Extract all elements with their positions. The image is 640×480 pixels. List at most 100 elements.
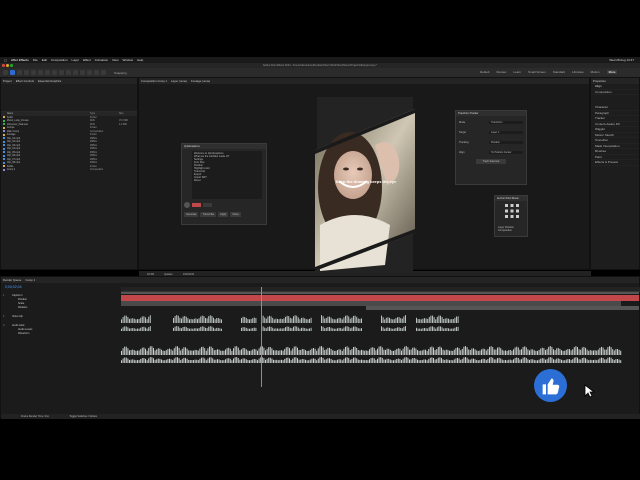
project-item[interactable]: Comp 1 Composition (1, 168, 137, 172)
menu-file[interactable]: File (33, 58, 38, 62)
eraser-tool-icon[interactable] (87, 70, 92, 75)
layer-name: Audio track (12, 323, 25, 327)
clone-tool-icon[interactable] (80, 70, 85, 75)
menu-app-name[interactable]: After Effects (11, 58, 29, 62)
rectangle-tool-icon[interactable] (52, 70, 57, 75)
project-panel: Project Effect Controls Essential Graphi… (0, 77, 138, 270)
properties-panel: Properties Align Composition Character Pa… (590, 77, 640, 270)
tracker-row: Target Layer 1 (456, 129, 526, 136)
tab-comp-1[interactable]: Comp 1 (25, 278, 35, 282)
menu-layer[interactable]: Layer (72, 58, 80, 62)
close-button[interactable]: Close (230, 212, 241, 217)
column-size[interactable]: Size (119, 112, 137, 115)
workspace-review[interactable]: Review (497, 70, 507, 74)
pen-tool-icon[interactable] (59, 70, 64, 75)
tab-footage[interactable]: Footage (none) (191, 79, 210, 83)
label-color-swatch (3, 144, 5, 147)
workspace-libraries[interactable]: Libraries (572, 70, 584, 74)
workspace-small-screen[interactable]: Small Screen (528, 70, 546, 74)
tracker-row-label: Target (459, 131, 466, 134)
apple-icon[interactable]:  (4, 58, 7, 63)
menu-view[interactable]: View (112, 58, 118, 62)
layer-number: 3 (3, 323, 5, 327)
menu-composition[interactable]: Composition (51, 58, 68, 62)
roto-tool-icon[interactable] (94, 70, 99, 75)
menu-edit[interactable]: Edit (42, 58, 47, 62)
label-color-swatch (3, 151, 5, 154)
rotate-tool-icon[interactable] (31, 70, 36, 75)
camera-tool-icon[interactable] (38, 70, 43, 75)
label-color-swatch (3, 130, 5, 133)
tracker-row: Align To Position Center (456, 149, 526, 156)
timeline-layer-row[interactable]: Rotation (1, 305, 121, 309)
selection-tool-icon[interactable] (10, 70, 15, 75)
cursor-icon (584, 384, 596, 398)
brush-tool-icon[interactable] (73, 70, 78, 75)
timeline-footer: Frame Render Time: 0ms Toggle Switches /… (1, 414, 640, 419)
project-item-list: Audio Folder Music_Loop_01.wav WAV 15.3 MB Vo… (1, 116, 137, 172)
workspace-standard[interactable]: Standard (553, 70, 565, 74)
tab-effect-controls[interactable]: Effect Controls (16, 79, 34, 83)
work-area-bar[interactable] (121, 292, 639, 294)
workspace-learn[interactable]: Learn (513, 70, 521, 74)
layer-name: Scale (18, 301, 25, 305)
dialog-line: Reset (194, 179, 201, 182)
home-tool-icon[interactable] (3, 70, 8, 75)
pan-behind-tool-icon[interactable] (45, 70, 50, 75)
tracker-row-dropdown[interactable]: Position (489, 141, 523, 144)
timeline-layer-row[interactable]: Waveform (1, 331, 121, 335)
menu-window[interactable]: Window (122, 58, 133, 62)
label-color-swatch (3, 165, 5, 168)
label-color-swatch (3, 147, 5, 150)
tab-composition[interactable]: Composition Comp 1 (141, 79, 167, 83)
snapping-toggle[interactable]: Snapping (114, 71, 127, 75)
apply-button[interactable]: Apply (218, 212, 229, 217)
dialog-icon-row (184, 202, 212, 208)
generate-button[interactable]: Generate (184, 212, 199, 217)
workspace-more[interactable]: More (606, 70, 618, 74)
puppet-tool-icon[interactable] (101, 70, 106, 75)
timeline-layer-row[interactable]: 2 Video clip (1, 314, 121, 318)
tracker-row-label: Align (459, 151, 465, 154)
track-selected-button[interactable]: Track Selected (476, 159, 506, 164)
type-tool-icon[interactable] (66, 70, 71, 75)
tracker-rows: Mode Transform Target Layer 1 Tracking Positi… (456, 119, 526, 156)
tracker-row-dropdown[interactable]: To Position Center (489, 151, 523, 154)
record-icon[interactable] (192, 203, 201, 207)
transcribe-button[interactable]: Transcribe (200, 212, 217, 217)
menu-help[interactable]: Help (137, 58, 143, 62)
tracker-row-dropdown[interactable]: Transform (489, 121, 523, 124)
layer-name: Audio Levels (18, 327, 33, 331)
workspace-default[interactable]: Default (480, 70, 490, 74)
tab-layer[interactable]: Layer (none) (171, 79, 187, 83)
hand-tool-icon[interactable] (17, 70, 22, 75)
tracker-row-label: Tracking (459, 141, 469, 144)
track-scale[interactable] (366, 306, 639, 310)
timeline-timecode[interactable]: 0;00;02;04 (5, 285, 22, 289)
anchor-option-comp[interactable]: Composition (495, 229, 527, 232)
properties-list-item[interactable]: Effects & Presets (591, 160, 639, 166)
layer-name: Rotation (18, 305, 28, 309)
tracker-row-dropdown[interactable]: Layer 1 (489, 131, 523, 134)
tab-render-queue[interactable]: Render Queue (3, 278, 21, 282)
anchor-grid-icon[interactable] (504, 203, 520, 219)
layer-list: 1 Caption 1 Position Scale Rotation 2 Video cl… (1, 293, 121, 335)
playhead[interactable] (261, 287, 262, 387)
close-window-button[interactable] (2, 64, 5, 67)
minimize-window-button[interactable] (6, 64, 9, 67)
toggle-switches-button[interactable]: Toggle Switches / Modes (69, 415, 97, 418)
tab-essential-graphics[interactable]: Essential Graphics (38, 79, 61, 83)
tab-project[interactable]: Project (3, 79, 12, 83)
settings-icon[interactable] (203, 203, 212, 207)
tracker-row: Tracking Position (456, 139, 526, 146)
menu-animation[interactable]: Animation (95, 58, 108, 62)
properties-header: Properties (593, 79, 606, 83)
zoom-window-button[interactable] (10, 64, 13, 67)
layer-name: Video clip (12, 314, 23, 318)
workspace-motion[interactable]: Motion (591, 70, 600, 74)
thumbs-up-icon[interactable] (534, 369, 567, 402)
menu-effect[interactable]: Effect (83, 58, 91, 62)
layer-number: 1 (3, 293, 5, 297)
zoom-tool-icon[interactable] (24, 70, 29, 75)
label-color-swatch (3, 126, 5, 129)
